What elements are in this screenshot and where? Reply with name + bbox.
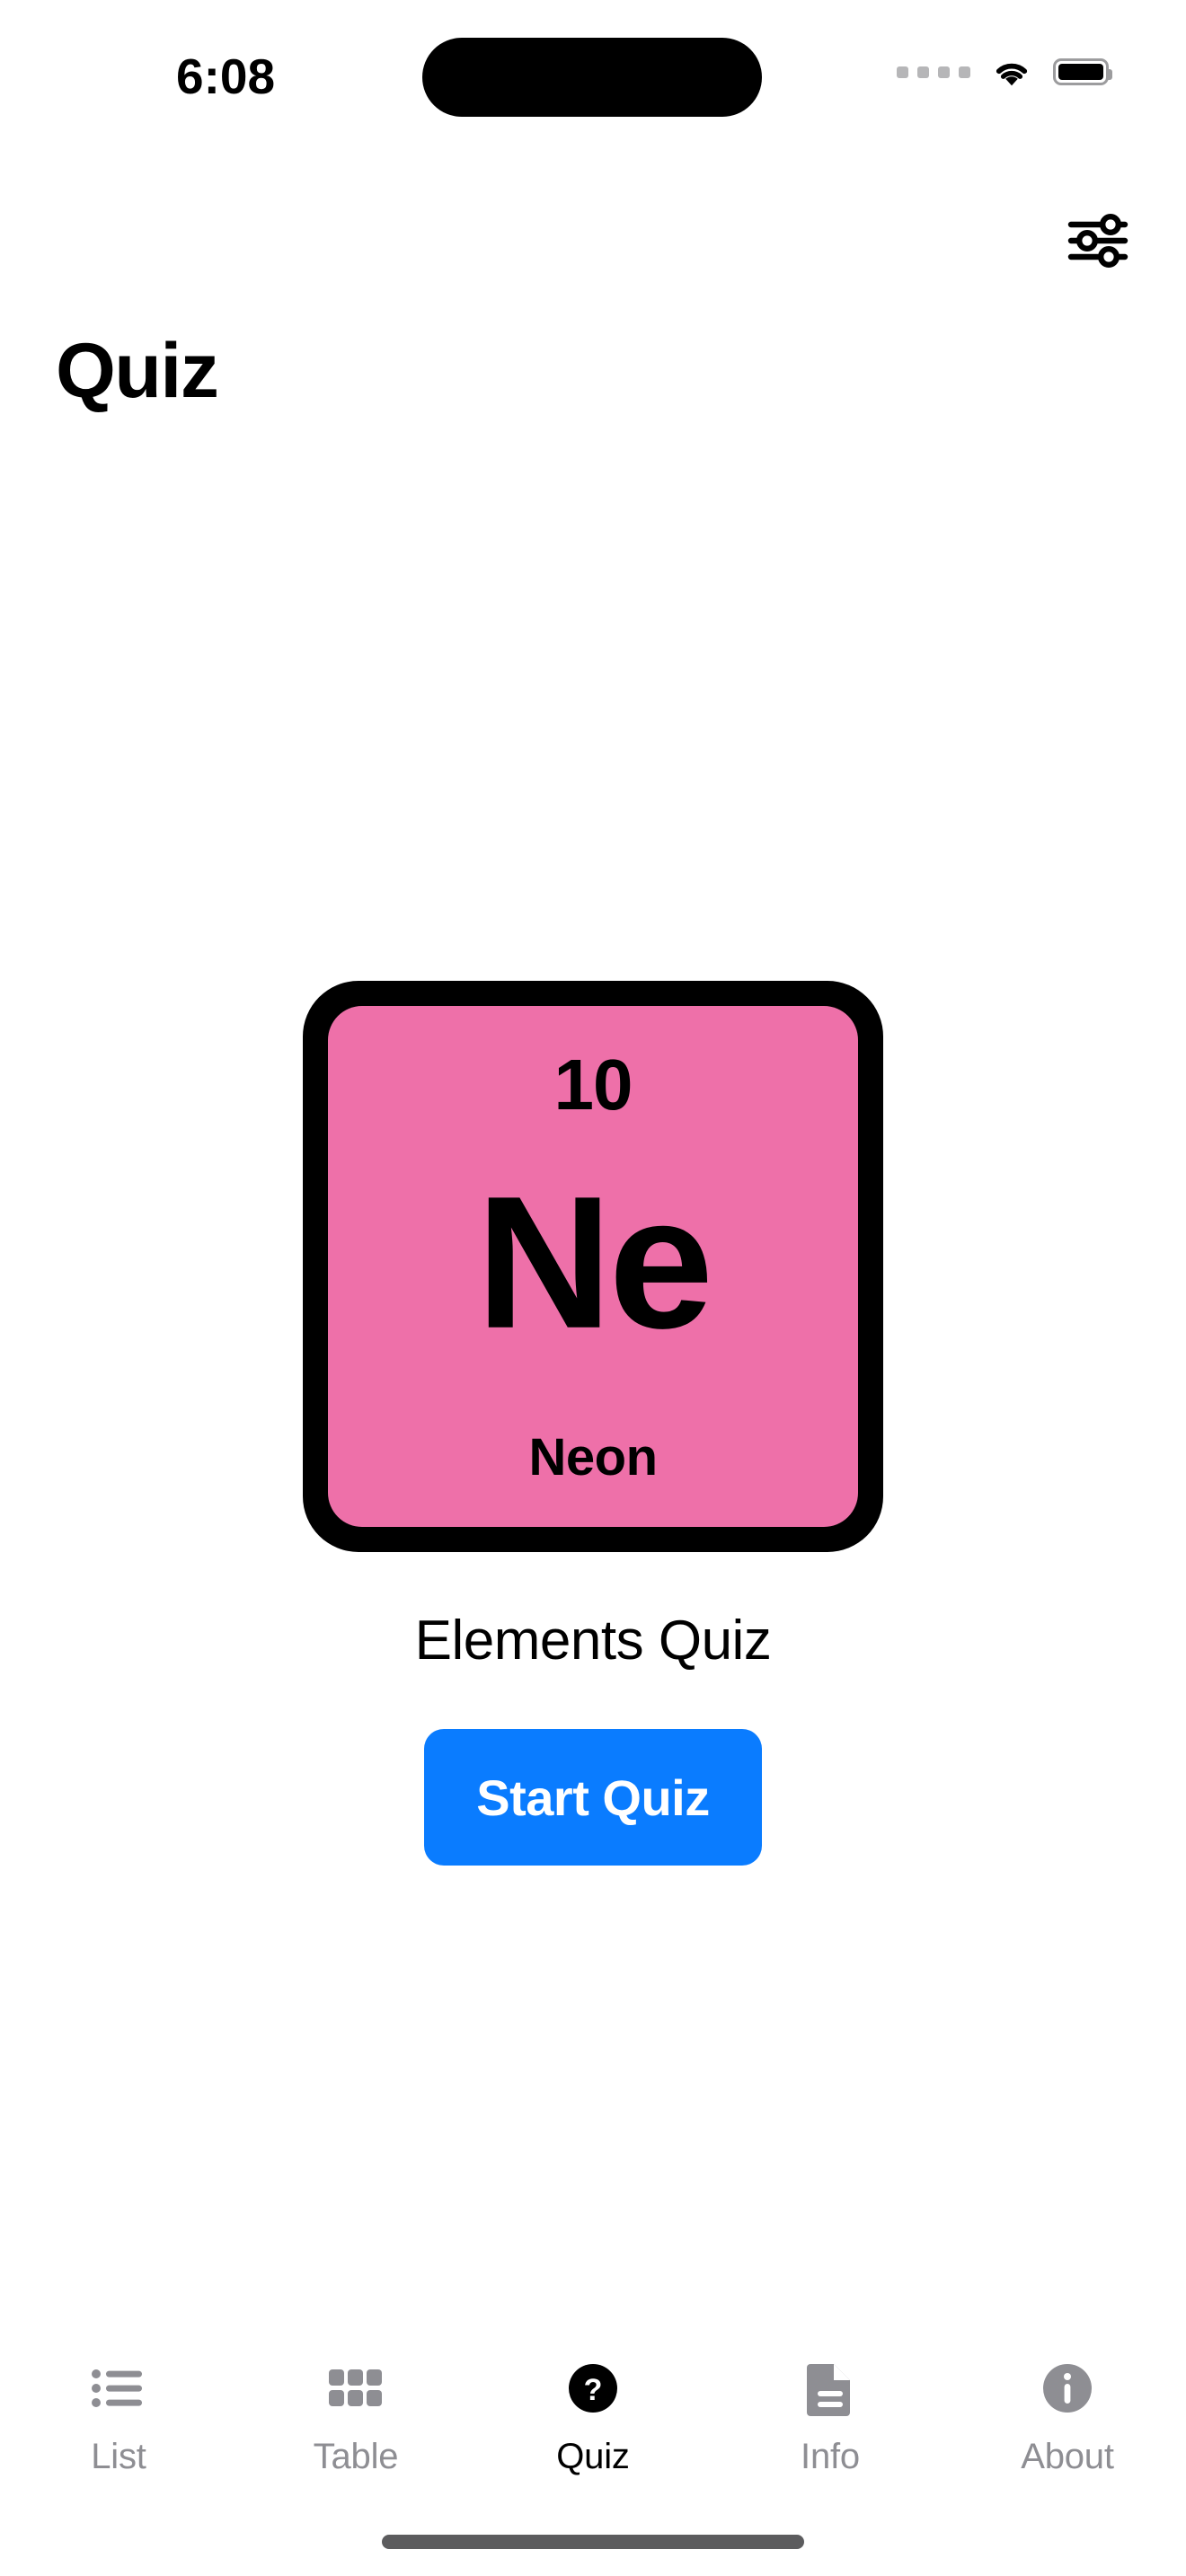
tab-list[interactable]: List — [0, 2355, 237, 2475]
element-name: Neon — [528, 1428, 659, 1486]
sliders-settings-icon — [1067, 213, 1128, 269]
dynamic-island — [422, 38, 762, 117]
page-title: Quiz — [56, 328, 219, 414]
list-bullet-icon — [85, 2355, 152, 2422]
element-atomic-number: 10 — [553, 1045, 633, 1125]
battery-full-icon — [1053, 58, 1112, 85]
status-bar-time: 6:08 — [176, 49, 276, 104]
start-quiz-container: Start Quiz — [0, 1729, 1186, 1866]
tab-info[interactable]: Info — [712, 2355, 949, 2475]
tab-table[interactable]: Table — [237, 2355, 474, 2475]
quiz-title-label: Elements Quiz — [414, 1610, 772, 1672]
tab-quiz[interactable]: ? Quiz — [474, 2355, 712, 2475]
element-card-container: 10 Ne Neon — [0, 981, 1186, 1552]
tab-label-list: List — [91, 2437, 146, 2476]
home-indicator[interactable] — [382, 2535, 804, 2549]
tab-label-table: Table — [313, 2437, 399, 2476]
info-circle-fill-icon — [1034, 2355, 1101, 2422]
element-card[interactable]: 10 Ne Neon — [303, 981, 883, 1552]
grid-squares-icon — [323, 2355, 389, 2422]
element-card-face: 10 Ne Neon — [328, 1006, 858, 1527]
cellular-dots-icon — [897, 66, 970, 78]
status-bar-indicators — [897, 56, 1112, 88]
settings-button[interactable] — [1064, 208, 1132, 273]
wifi-icon — [996, 63, 1028, 86]
element-symbol: Ne — [475, 1156, 713, 1368]
tab-label-about: About — [1021, 2437, 1114, 2476]
tab-label-quiz: Quiz — [556, 2437, 630, 2476]
question-mark-circle-fill-icon: ? — [560, 2355, 626, 2422]
start-quiz-button[interactable]: Start Quiz — [424, 1729, 762, 1866]
app-screen: 6:08 Quiz 10 Ne Neon Elements Quiz Start… — [0, 0, 1186, 2576]
tab-label-info: Info — [801, 2437, 860, 2476]
svg-text:?: ? — [584, 2373, 603, 2407]
status-bar: 6:08 — [0, 0, 1186, 144]
document-text-icon — [797, 2355, 863, 2422]
tab-about[interactable]: About — [949, 2355, 1186, 2475]
